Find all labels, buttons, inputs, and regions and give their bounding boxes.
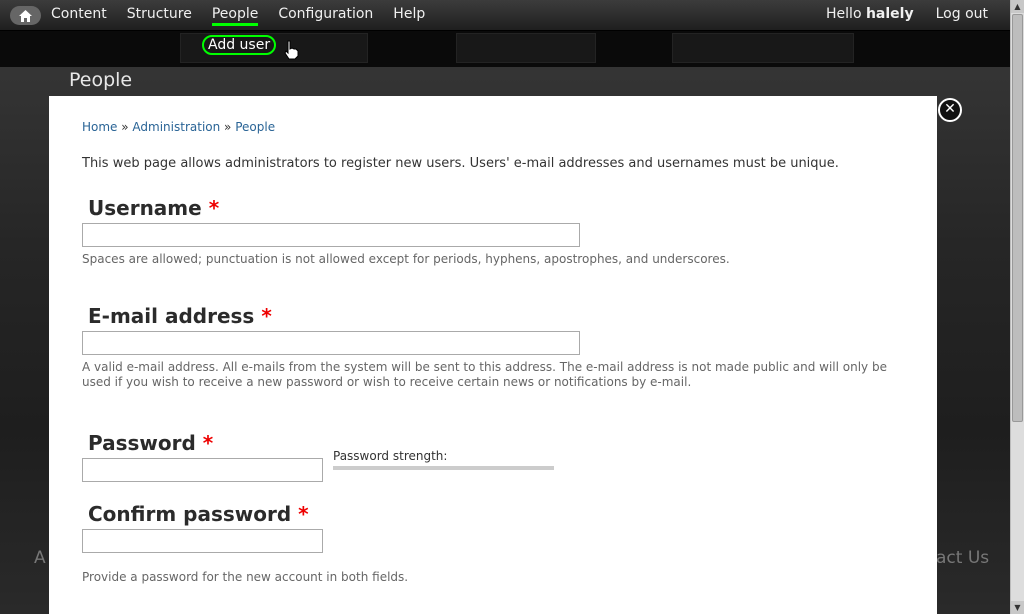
menu-item-structure[interactable]: Structure — [127, 6, 192, 26]
required-marker: * — [208, 196, 220, 220]
username-label-text: Username — [88, 196, 202, 220]
password-field[interactable] — [82, 458, 323, 482]
page-title: People — [69, 69, 133, 91]
required-marker: * — [298, 502, 309, 526]
breadcrumb-separator: » — [117, 120, 133, 134]
intro-text: This web page allows administrators to r… — [82, 156, 839, 171]
required-marker: * — [202, 431, 214, 455]
confirm-password-label: Confirm password * — [88, 502, 309, 526]
username[interactable]: halely — [866, 6, 914, 22]
email-description: A valid e-mail address. All e-mails from… — [82, 360, 887, 389]
password-label: Password * — [88, 431, 213, 455]
email-label: E-mail address * — [88, 304, 272, 328]
toolbar-menu: Content Structure People Configuration H… — [51, 6, 445, 26]
add-user-shortcut[interactable]: Add user — [202, 35, 277, 55]
confirm-password-label-text: Confirm password — [88, 502, 292, 526]
username-field[interactable] — [82, 223, 580, 247]
password-strength-label: Password strength: — [333, 449, 448, 463]
breadcrumb-separator: » — [220, 120, 236, 134]
email-label-text: E-mail address — [88, 304, 255, 328]
breadcrumb: Home » Administration » People — [82, 120, 275, 134]
greeting-prefix: Hello — [826, 6, 866, 22]
breadcrumb-home[interactable]: Home — [82, 120, 117, 134]
close-overlay-button[interactable]: ✕ — [938, 98, 962, 122]
home-button[interactable] — [10, 6, 41, 25]
hand-cursor-icon — [284, 40, 299, 60]
username-description: Spaces are allowed; punctuation is not a… — [82, 252, 730, 266]
breadcrumb-people[interactable]: People — [235, 120, 275, 134]
email-field[interactable] — [82, 331, 580, 355]
menu-item-people[interactable]: People — [211, 6, 259, 26]
password-label-text: Password — [88, 431, 196, 455]
scrollbar-thumb[interactable] — [1012, 14, 1023, 422]
partner-logo — [456, 33, 596, 63]
scroll-down-icon[interactable]: ▼ — [1011, 601, 1024, 614]
admin-toolbar: Content Structure People Configuration H… — [0, 0, 1010, 31]
partner-logo — [672, 33, 854, 63]
greeting: Hello halely — [826, 6, 914, 22]
menu-item-configuration[interactable]: Configuration — [278, 6, 373, 26]
footer-link-left: A — [34, 548, 46, 568]
username-label: Username * — [88, 196, 219, 220]
logout-link[interactable]: Log out — [936, 6, 988, 22]
page-scrollbar[interactable]: ▲ ▼ — [1010, 0, 1024, 614]
menu-item-content[interactable]: Content — [51, 6, 107, 26]
footer-link-contact: act Us — [936, 548, 990, 568]
user-area: Hello halely Log out — [826, 6, 988, 22]
breadcrumb-administration[interactable]: Administration — [132, 120, 220, 134]
password-strength-bar — [333, 466, 554, 470]
scroll-up-icon[interactable]: ▲ — [1011, 0, 1024, 13]
confirm-password-field[interactable] — [82, 529, 323, 553]
home-icon — [19, 9, 32, 22]
required-marker: * — [261, 304, 272, 328]
menu-item-help[interactable]: Help — [393, 6, 425, 26]
password-description: Provide a password for the new account i… — [82, 570, 409, 584]
